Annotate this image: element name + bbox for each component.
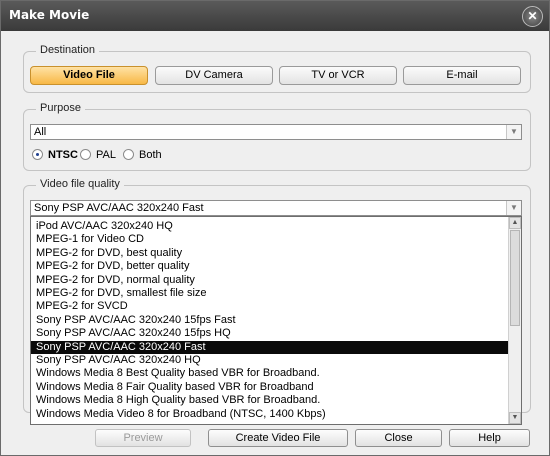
tab-email[interactable]: E-mail	[403, 66, 521, 85]
quality-dropdown-list[interactable]: Windows Media Video 8 for Broadband (NTS…	[30, 216, 522, 425]
window-title: Make Movie	[9, 8, 90, 22]
tab-tv-or-vcr[interactable]: TV or VCR	[279, 66, 397, 85]
quality-option[interactable]: Sony PSP AVC/AAC 320x240 15fps Fast	[31, 314, 511, 327]
radio-dot[interactable]	[32, 149, 43, 160]
help-button[interactable]: Help	[449, 429, 530, 447]
radio-dot[interactable]	[123, 149, 134, 160]
scroll-thumb[interactable]	[510, 230, 520, 326]
scrollbar[interactable]: ▲ ▼	[508, 217, 521, 424]
quality-option[interactable]: iPod AVC/AAC 320x240 HQ	[31, 220, 511, 233]
purpose-select[interactable]: All ▼	[30, 124, 522, 140]
purpose-label: Purpose	[36, 102, 85, 114]
quality-option[interactable]: MPEG-2 for DVD, best quality	[31, 247, 511, 260]
quality-option[interactable]: Sony PSP AVC/AAC 320x240 15fps HQ	[31, 327, 511, 340]
tab-video-file[interactable]: Video File	[30, 66, 148, 85]
quality-option[interactable]: Windows Media 8 Best Quality based VBR f…	[31, 367, 511, 380]
quality-option[interactable]: Sony PSP AVC/AAC 320x240 HQ	[31, 354, 511, 367]
quality-option[interactable]: MPEG-2 for SVCD	[31, 300, 511, 313]
quality-option[interactable]: MPEG-2 for DVD, normal quality	[31, 274, 511, 287]
quality-selected-value: Sony PSP AVC/AAC 320x240 Fast	[34, 202, 204, 214]
destination-label: Destination	[36, 44, 100, 56]
quality-label: Video file quality	[36, 178, 124, 190]
create-video-file-button[interactable]: Create Video File	[208, 429, 348, 447]
scroll-up-icon[interactable]: ▲	[509, 217, 521, 229]
purpose-selected-value: All	[34, 126, 47, 138]
close-icon[interactable]: ✕	[522, 6, 543, 27]
scroll-down-icon[interactable]: ▼	[509, 412, 521, 424]
quality-option[interactable]: MPEG-1 for Video CD	[31, 233, 511, 246]
tab-dv-camera[interactable]: DV Camera	[155, 66, 273, 85]
radio-dot[interactable]	[80, 149, 91, 160]
close-button[interactable]: Close	[355, 429, 442, 447]
quality-option[interactable]: MPEG-2 for DVD, better quality	[31, 260, 511, 273]
title-bar[interactable]: Make Movie ✕	[1, 1, 549, 31]
quality-option[interactable]: Windows Media Video 8 for Broadband (NTS…	[31, 408, 511, 421]
preview-button[interactable]: Preview	[95, 429, 191, 447]
quality-option[interactable]: Sony PSP AVC/AAC 320x240 Fast	[31, 340, 511, 354]
chevron-down-icon[interactable]: ▼	[506, 125, 521, 139]
radio-both-label: Both	[139, 149, 162, 161]
chevron-down-icon[interactable]: ▼	[506, 201, 521, 215]
quality-option[interactable]: Windows Media 8 High Quality based VBR f…	[31, 394, 511, 407]
purpose-group: Purpose	[23, 102, 531, 171]
radio-pal-label: PAL	[96, 149, 116, 161]
quality-option[interactable]: MPEG-2 for DVD, smallest file size	[31, 287, 511, 300]
quality-option[interactable]: Windows Media 8 Fair Quality based VBR f…	[31, 381, 511, 394]
radio-ntsc-label: NTSC	[48, 149, 78, 161]
quality-select[interactable]: Sony PSP AVC/AAC 320x240 Fast ▼	[30, 200, 522, 216]
make-movie-dialog: Make Movie ✕ Destination Video File DV C…	[0, 0, 550, 456]
